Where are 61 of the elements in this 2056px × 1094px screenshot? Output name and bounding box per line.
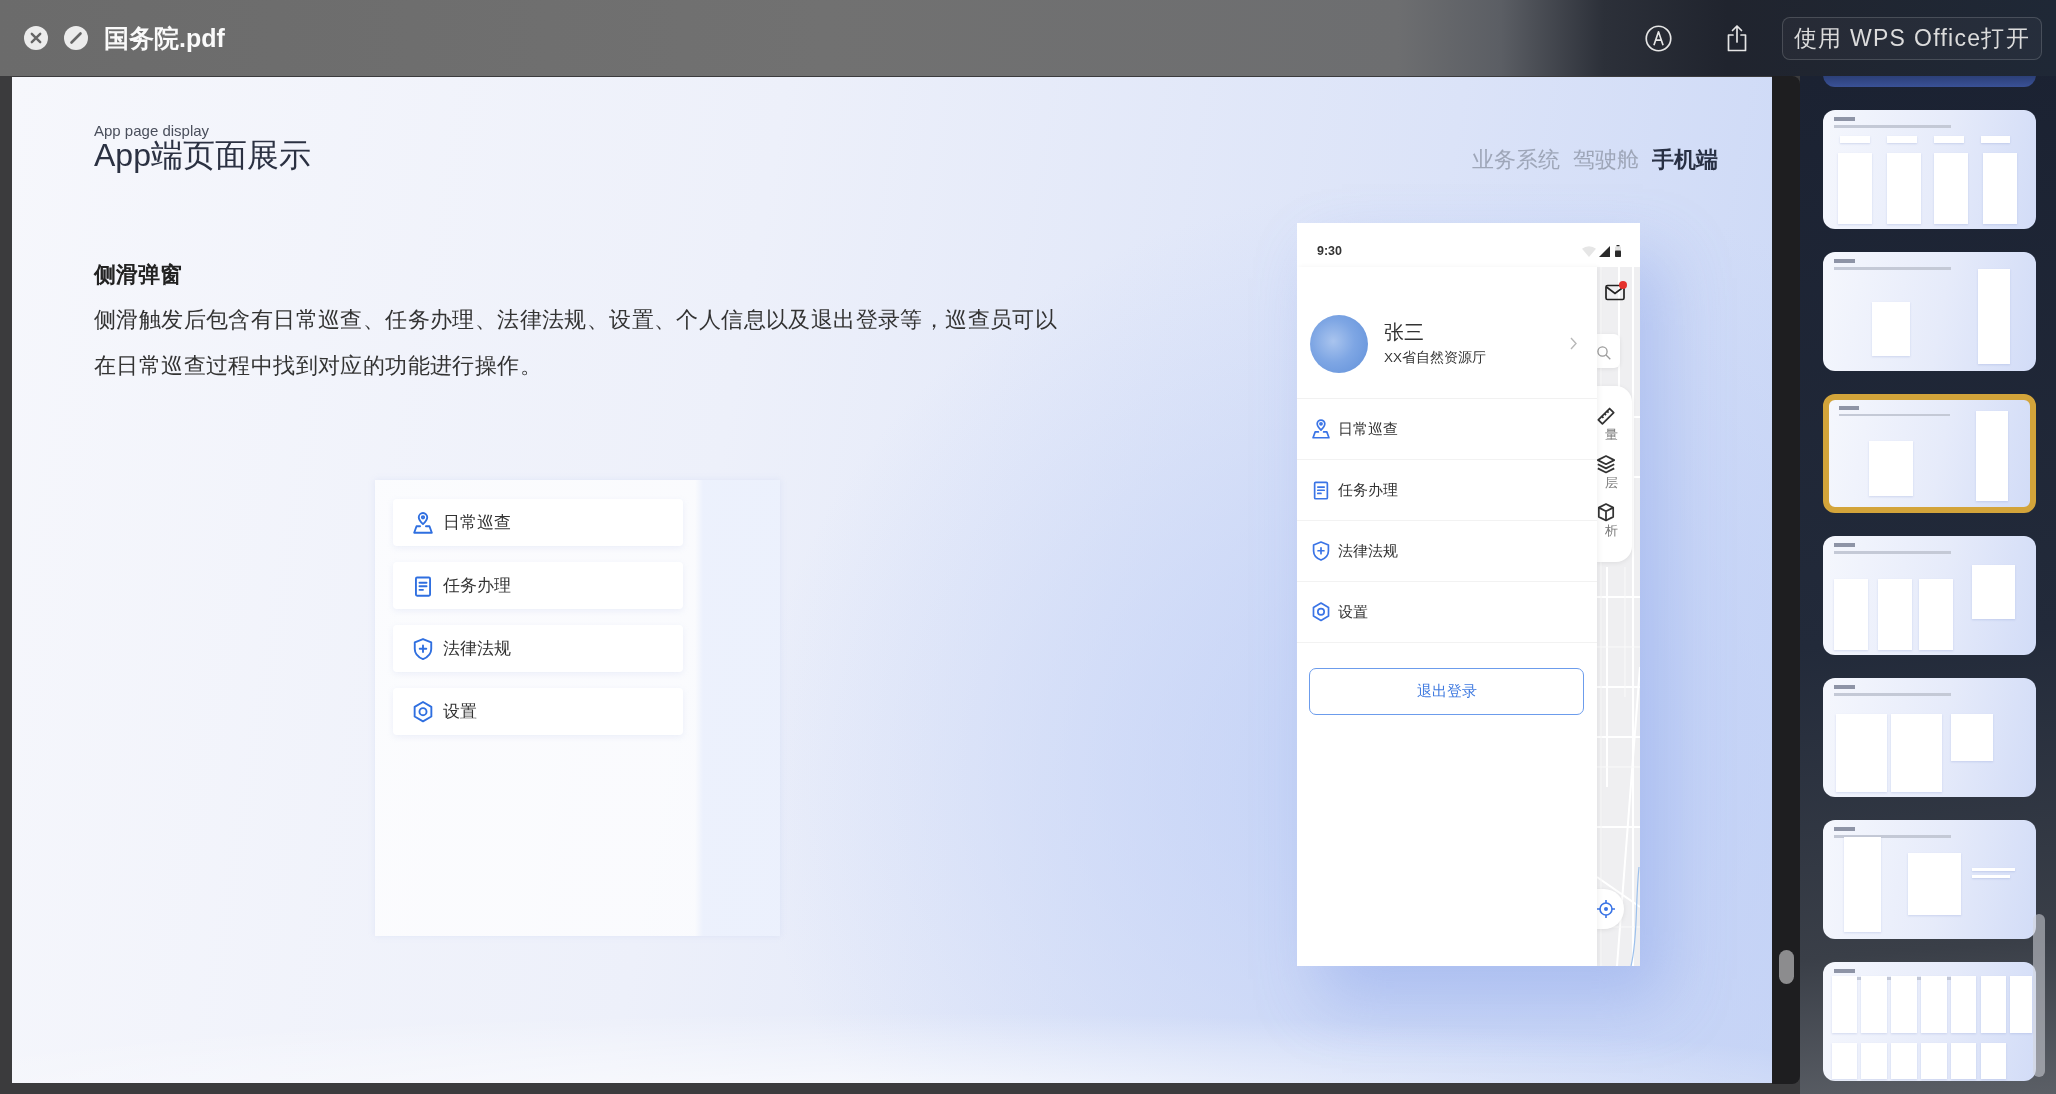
settings-icon (413, 700, 433, 723)
location-pin-icon (413, 511, 433, 534)
slide-thumbnail[interactable] (1823, 110, 2036, 229)
slide-thumbnail[interactable] (1823, 962, 2036, 1081)
expand-button[interactable] (64, 26, 88, 50)
battery-icon (1615, 245, 1621, 257)
menu-label: 任务办理 (443, 574, 511, 597)
shield-plus-icon (413, 637, 433, 660)
section-heading: 侧滑弹窗 (94, 261, 183, 289)
share-button[interactable] (1725, 24, 1748, 52)
slide-subtitle: App page display (94, 124, 211, 138)
menu-label: 法律法规 (1338, 542, 1398, 561)
window-title: 国务院.pdf (104, 23, 225, 53)
status-time: 9:30 (1317, 243, 1343, 259)
menu-label: 设置 (1338, 603, 1368, 622)
clipboard-icon (413, 574, 433, 597)
menu-label: 日常巡查 (443, 511, 511, 534)
tool-label: 层 (1605, 475, 1618, 491)
logout-button[interactable]: 退出登录 (1309, 668, 1584, 715)
close-button[interactable] (24, 26, 48, 50)
ruler-icon (1597, 407, 1615, 426)
slide-thumbnail[interactable] (1823, 678, 2036, 797)
open-with-button[interactable]: 使用 WPS Office打开 (1781, 16, 2042, 60)
nav-label: 手机端 (1652, 146, 1718, 174)
menu-label: 任务办理 (1338, 481, 1398, 500)
crosshair-icon (1597, 900, 1615, 918)
slide-title: App端页面展示 (94, 138, 311, 172)
slide-thumbnail[interactable] (1823, 820, 2036, 939)
share-icon (1725, 24, 1748, 52)
search-icon (1597, 346, 1611, 360)
layers-icon (1597, 455, 1615, 474)
cube-icon (1597, 503, 1615, 522)
close-icon (24, 26, 48, 50)
scrollbar-thumb[interactable] (1779, 950, 1794, 984)
wifi-icon (1582, 246, 1596, 257)
mail-icon (1605, 284, 1625, 301)
slide-thumbnail[interactable] (1823, 536, 2036, 655)
nav-label: 驾驶舱 (1573, 146, 1639, 174)
markup-button[interactable] (1644, 24, 1672, 52)
user-organization: XX省自然资源厅 (1384, 349, 1486, 367)
menu-label: 法律法规 (443, 637, 511, 660)
slide-thumbnail[interactable] (1823, 252, 2036, 371)
tool-label: 析 (1605, 523, 1618, 539)
description-text: 侧滑触发后包含有日常巡查、任务办理、法律法规、设置、个人信息以及退出登录等，巡查员可以在日常巡查过程中找到对应的功能进行操作。 (94, 306, 1059, 380)
avatar-placeholder (1310, 314, 1368, 373)
signal-icon (1599, 246, 1610, 257)
clipboard-icon (1312, 480, 1330, 500)
slide-thumbnail[interactable] (1823, 394, 2036, 513)
menu-label: 日常巡查 (1338, 420, 1398, 439)
nav-label: 业务系统 (1472, 146, 1560, 174)
chevron-right-icon (1570, 337, 1577, 350)
tool-label: 量 (1605, 427, 1618, 443)
settings-icon (1312, 602, 1330, 622)
user-name: 张三 (1384, 320, 1425, 345)
search-button[interactable] (1597, 334, 1620, 368)
slash-circle-icon (64, 26, 88, 50)
location-pin-icon (1312, 419, 1330, 439)
scrollbar-thumb[interactable] (2033, 914, 2045, 1077)
menu-label: 设置 (443, 700, 477, 723)
circled-letter-icon (1644, 24, 1672, 52)
shield-plus-icon (1312, 541, 1330, 561)
